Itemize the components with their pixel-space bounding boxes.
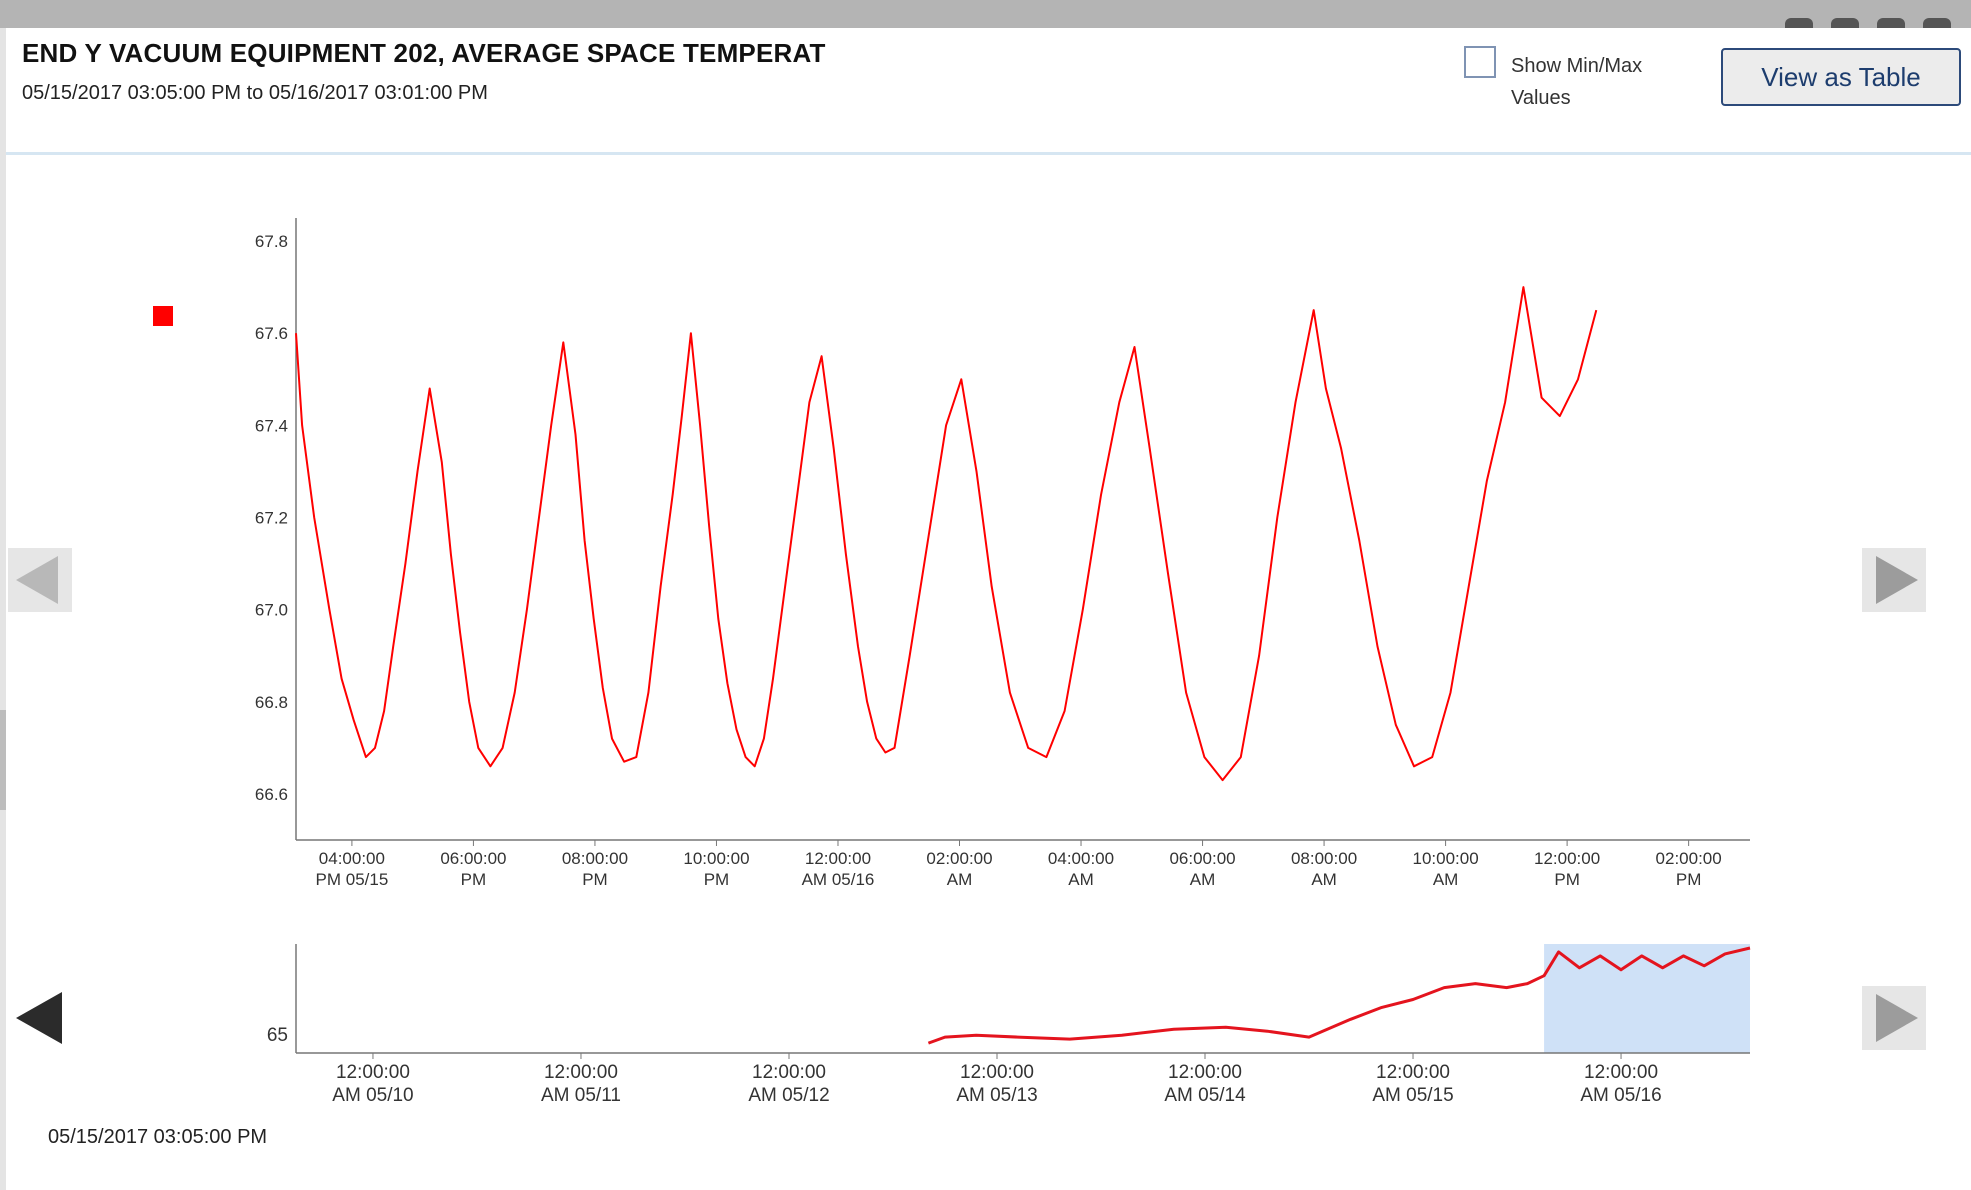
main-chart-y-tick-label: 66.6 bbox=[255, 785, 288, 804]
app-top-bar bbox=[0, 0, 1971, 28]
main-chart-x-tick-label: PM bbox=[582, 870, 608, 889]
triangle-right-icon bbox=[1876, 994, 1918, 1042]
navigator-chart-x-tick-label: 12:00:00 bbox=[544, 1062, 618, 1083]
main-chart-x-tick-label: PM bbox=[1676, 870, 1702, 889]
navigator-chart-x-tick-label: 12:00:00 bbox=[752, 1062, 826, 1083]
main-chart-x-tick-label: AM 05/16 bbox=[802, 870, 875, 889]
main-chart-y-tick-label: 67.4 bbox=[255, 416, 288, 435]
main-chart-y-tick-label: 67.0 bbox=[255, 601, 288, 620]
main-chart-x-tick-label: AM bbox=[1190, 870, 1216, 889]
navigator-next-button[interactable] bbox=[1862, 986, 1926, 1050]
navigator-chart-x-tick-label: AM 05/13 bbox=[956, 1085, 1037, 1106]
main-chart-x-tick-label: 10:00:00 bbox=[1412, 849, 1478, 868]
print-icon[interactable] bbox=[1923, 18, 1951, 28]
main-chart-x-tick-label: AM bbox=[1433, 870, 1459, 889]
navigator-chart-series-line bbox=[927, 946, 1751, 1045]
chart-prev-button[interactable] bbox=[8, 548, 72, 612]
main-chart-x-tick-label: PM 05/15 bbox=[316, 870, 389, 889]
main-chart-x-tick-label: 04:00:00 bbox=[319, 849, 385, 868]
navigator-chart-x-tick-label: AM 05/15 bbox=[1372, 1085, 1453, 1106]
main-chart-x-tick-label: 02:00:00 bbox=[1656, 849, 1722, 868]
navigator-chart-x-tick-label: 12:00:00 bbox=[336, 1062, 410, 1083]
main-chart-x-tick-label: PM bbox=[1554, 870, 1580, 889]
navigator-chart-selection-window bbox=[1544, 944, 1750, 1053]
main-chart-x-tick-label: PM bbox=[704, 870, 730, 889]
main-chart-y-tick-label: 67.8 bbox=[255, 232, 288, 251]
date-range: 05/15/2017 03:05:00 PM to 05/16/2017 03:… bbox=[22, 82, 488, 104]
navigator-chart-x-tick-label: 12:00:00 bbox=[1584, 1062, 1658, 1083]
window-icon[interactable] bbox=[1831, 18, 1859, 28]
main-chart-x-tick-label: 10:00:00 bbox=[683, 849, 749, 868]
chart-next-button[interactable] bbox=[1862, 548, 1926, 612]
navigator-prev-button[interactable] bbox=[8, 986, 72, 1050]
main-chart[interactable]: 66.6 66.8 67.0 67.2 67.4 67.6 67.8 04:00:00 PM 0… bbox=[0, 0, 1971, 1190]
navigator-chart-x-tick-label: AM 05/11 bbox=[541, 1085, 621, 1106]
navigator-chart-x-tick-label: 12:00:00 bbox=[1376, 1062, 1450, 1083]
navigator-chart-x-tick-label: AM 05/14 bbox=[1164, 1085, 1246, 1106]
main-chart-x-tick-label: AM bbox=[947, 870, 973, 889]
main-chart-x-tick-label: 08:00:00 bbox=[562, 849, 628, 868]
header-divider bbox=[6, 152, 1971, 155]
triangle-left-icon bbox=[16, 556, 58, 604]
view-as-table-button[interactable]: View as Table bbox=[1721, 48, 1961, 106]
series-legend-swatch[interactable] bbox=[153, 306, 173, 326]
main-chart-x-tick-label: PM bbox=[461, 870, 487, 889]
show-minmax-label: Show Min/Max Values bbox=[1511, 50, 1671, 114]
show-minmax-checkbox[interactable] bbox=[1464, 46, 1496, 78]
main-chart-x-tick-label: 02:00:00 bbox=[926, 849, 992, 868]
toolbar-icons bbox=[1785, 0, 1951, 28]
left-frame-edge bbox=[0, 28, 6, 1190]
refresh-icon[interactable] bbox=[1785, 18, 1813, 28]
main-chart-x-tick-label: 12:00:00 bbox=[805, 849, 871, 868]
navigator-chart-y-tick-label: 65 bbox=[267, 1025, 288, 1046]
main-chart-y-tick-label: 67.2 bbox=[255, 508, 288, 527]
triangle-right-icon bbox=[1876, 556, 1918, 604]
navigator-chart-x-tick-label: 12:00:00 bbox=[960, 1062, 1034, 1083]
left-scroll-handle[interactable] bbox=[0, 710, 6, 810]
navigator-chart-x-tick-label: AM 05/16 bbox=[1580, 1085, 1661, 1106]
main-chart-x-tick-label: 06:00:00 bbox=[1169, 849, 1235, 868]
main-chart-y-tick-label: 66.8 bbox=[255, 693, 288, 712]
main-chart-x-tick-label: 12:00:00 bbox=[1534, 849, 1600, 868]
main-chart-x-tick-label: 06:00:00 bbox=[440, 849, 506, 868]
page-title: END Y VACUUM EQUIPMENT 202, AVERAGE SPAC… bbox=[22, 38, 826, 68]
show-minmax-label-line2: Values bbox=[1511, 87, 1571, 109]
navigator-chart-x-tick-label: AM 05/12 bbox=[748, 1085, 829, 1106]
main-chart-x-tick-label: AM bbox=[1068, 870, 1094, 889]
navigator-chart-x-tick-label: 12:00:00 bbox=[1168, 1062, 1242, 1083]
navigator-chart-x-tick-label: AM 05/10 bbox=[332, 1085, 413, 1106]
main-chart-y-tick-label: 67.6 bbox=[255, 324, 288, 343]
footer-date: 05/15/2017 03:05:00 PM bbox=[48, 1126, 268, 1148]
main-chart-series-line bbox=[295, 286, 1598, 782]
main-chart-x-tick-label: AM bbox=[1311, 870, 1337, 889]
main-chart-x-tick-label: 04:00:00 bbox=[1048, 849, 1114, 868]
show-minmax-label-line1: Show Min/Max bbox=[1511, 55, 1643, 77]
main-chart-x-tick-label: 08:00:00 bbox=[1291, 849, 1357, 868]
info-icon[interactable] bbox=[1877, 18, 1905, 28]
triangle-left-icon bbox=[16, 992, 62, 1044]
